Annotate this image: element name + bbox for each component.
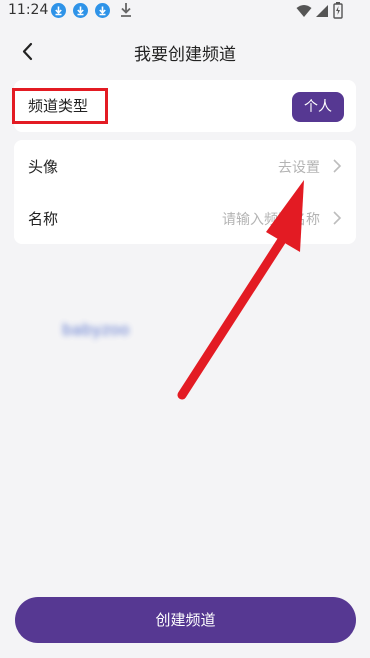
- chevron-right-icon: [332, 210, 342, 226]
- wifi-icon: [296, 3, 312, 22]
- status-time: 11:24: [8, 2, 49, 18]
- name-label: 名称: [28, 210, 59, 228]
- download-plain-icon: [119, 2, 133, 22]
- create-channel-button[interactable]: 创建频道: [15, 597, 356, 643]
- channel-info-card: 头像 去设置 名称 请输入频道名称: [14, 140, 356, 244]
- name-input[interactable]: 请输入频道名称: [222, 209, 320, 229]
- signal-icon: [315, 3, 329, 22]
- channel-type-button[interactable]: 个人: [292, 92, 344, 122]
- avatar-row[interactable]: 头像 去设置: [14, 140, 356, 192]
- avatar-value: 去设置: [278, 160, 320, 176]
- avatar-label: 头像: [28, 158, 59, 176]
- download-icon: [73, 3, 88, 18]
- page-title: 我要创建频道: [134, 45, 236, 65]
- annotation-highlight-box: [12, 88, 108, 124]
- header: 我要创建频道: [0, 30, 370, 74]
- chevron-right-icon: [332, 158, 342, 174]
- download-icon: [95, 3, 110, 18]
- download-icon: [51, 3, 66, 18]
- name-row[interactable]: 名称 请输入频道名称: [14, 192, 356, 244]
- status-bar: 11:24: [0, 0, 370, 22]
- battery-icon: [333, 2, 343, 23]
- blurred-text: babyzoo: [62, 320, 130, 339]
